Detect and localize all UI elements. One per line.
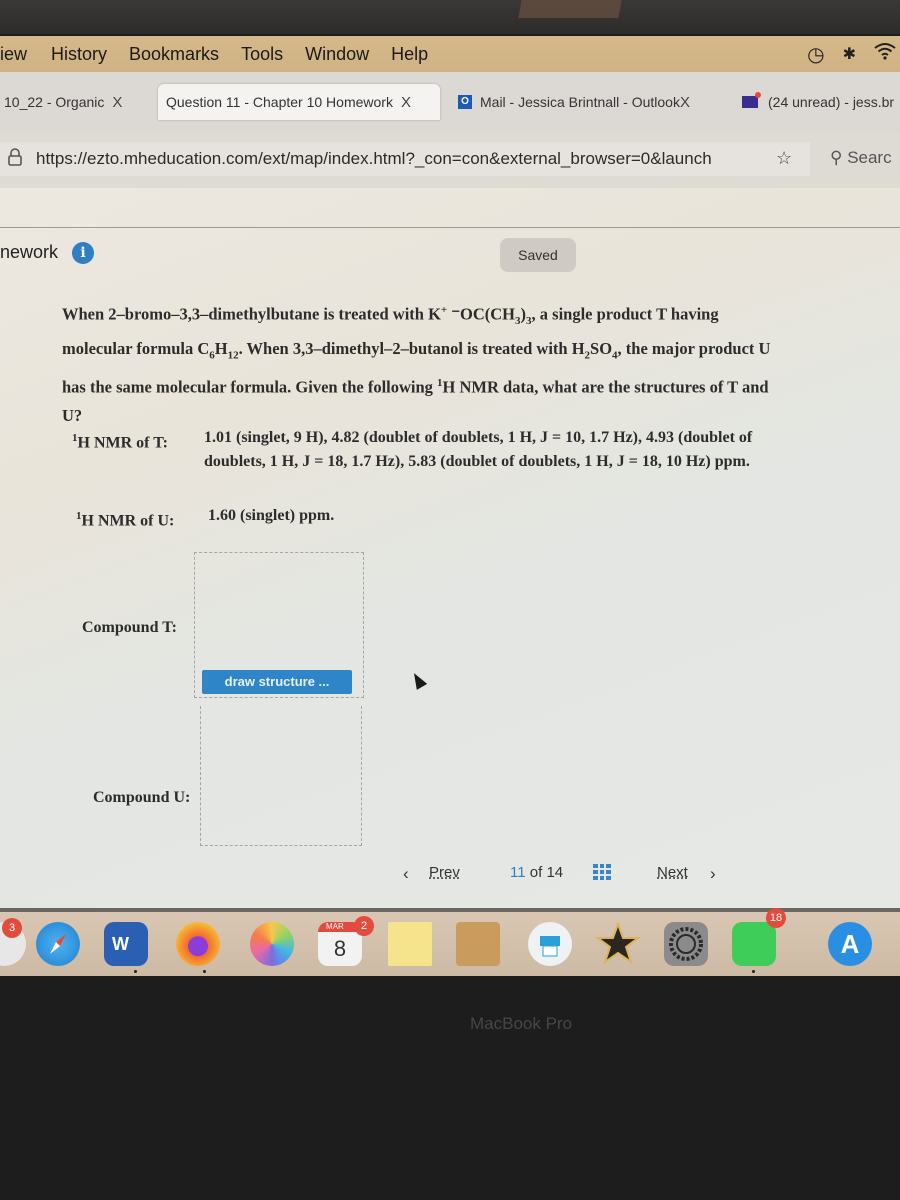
prev-chevron-icon[interactable]: ‹ [403, 864, 409, 884]
bluetooth-icon[interactable]: ✱ [843, 44, 856, 64]
close-tab-icon[interactable]: X [401, 94, 411, 111]
photos-app-icon[interactable] [250, 922, 294, 966]
compound-u-drop-area[interactable] [200, 706, 362, 846]
question-line: When 2–bromo–3,3–dimethylbutane is treat… [62, 304, 719, 327]
facetime-badge: 18 [766, 908, 786, 928]
tab-label: 10_22 - Organic [4, 94, 105, 110]
dock: 3 W 8 MAR 2 18 A [0, 908, 900, 976]
question-line: molecular formula C6H12. When 3,3–dimeth… [62, 338, 771, 362]
question-line: has the same molecular formula. Given th… [62, 377, 769, 397]
menu-history[interactable]: History [51, 44, 107, 65]
search-icon: ⚲ [830, 148, 843, 167]
printer-app-icon[interactable] [528, 922, 572, 966]
menu-window[interactable]: Window [305, 44, 369, 65]
page-content: nework i Saved When 2–bromo–3,3–dimethyl… [0, 188, 900, 908]
menu-view[interactable]: iew [0, 44, 27, 65]
nmr-t-data-line: 1.01 (singlet, 9 H), 4.82 (doublet of do… [204, 429, 753, 446]
time-machine-icon[interactable]: ◷ [807, 42, 824, 67]
close-tab-icon[interactable]: X [112, 94, 122, 111]
app-store-icon[interactable]: A [828, 922, 872, 966]
tab-outlook-mail[interactable]: O Mail - Jessica Brintnall - Outlook X [458, 84, 690, 120]
bookmark-star-icon[interactable]: ☆ [776, 148, 792, 169]
nmr-t-label: 1H NMR of T: [72, 432, 169, 452]
imovie-app-icon[interactable] [595, 921, 641, 966]
facetime-app-icon[interactable] [732, 922, 776, 966]
calendar-day: 8 [333, 936, 347, 961]
firefox-app-icon[interactable] [176, 922, 220, 966]
nmr-t-data-line: doublets, 1 H, J = 18, 1.7 Hz), 5.83 (do… [204, 453, 750, 470]
wifi-icon[interactable] [874, 42, 896, 66]
menubar: iew History Bookmarks Tools Window Help … [0, 36, 900, 72]
next-button[interactable]: Next [657, 864, 688, 881]
page-indicator: 11 of 14 [510, 864, 564, 881]
tab-label: Question 11 - Chapter 10 Homework [166, 94, 393, 110]
compound-u-label: Compound U: [93, 789, 191, 806]
next-chevron-icon[interactable]: › [710, 864, 716, 884]
messages-badge: 3 [2, 918, 22, 938]
page-header-divider [0, 188, 900, 228]
menu-bookmarks[interactable]: Bookmarks [129, 44, 219, 65]
search-field[interactable]: ⚲ Searc [830, 148, 892, 168]
draw-structure-button[interactable]: draw structure ... [202, 670, 352, 694]
stickies-app-icon[interactable] [388, 922, 432, 966]
menu-tools[interactable]: Tools [241, 44, 283, 65]
address-field[interactable]: https://ezto.mheducation.com/ext/map/ind… [0, 142, 810, 176]
tab-label: (24 unread) - jess.br [768, 94, 895, 110]
running-indicator [134, 970, 137, 973]
mail-icon [742, 92, 761, 108]
question-text: When 2–bromo–3,3–dimethylbutane is treat… [62, 296, 852, 430]
notes-folder-icon[interactable] [456, 922, 500, 966]
tab-label: Mail - Jessica Brintnall - Outlook [480, 94, 680, 110]
info-icon[interactable]: i [72, 242, 94, 264]
search-placeholder: Searc [847, 148, 892, 167]
running-indicator [203, 970, 206, 973]
reflection [518, 0, 622, 18]
macbook-pro-label: MacBook Pro [470, 1014, 573, 1033]
prev-button[interactable]: Prev [429, 864, 460, 881]
system-preferences-icon[interactable] [664, 922, 708, 966]
calendar-month: MAR [326, 922, 344, 931]
saved-status: Saved [500, 238, 576, 272]
homework-title: nework [0, 242, 59, 262]
nmr-u-value: 1.60 (singlet) ppm. [208, 507, 335, 524]
close-tab-icon[interactable]: X [680, 94, 690, 111]
url-bar: https://ezto.mheducation.com/ext/map/ind… [0, 132, 900, 188]
outlook-icon: O [458, 95, 472, 109]
compound-t-label: Compound T: [82, 619, 177, 636]
tab-organic[interactable]: 10_22 - Organic X [4, 84, 122, 120]
nmr-t-block: 1H NMR of T: 1.01 (singlet, 9 H), 4.82 (… [72, 426, 872, 478]
menu-help[interactable]: Help [391, 44, 428, 65]
tab-unread-mail[interactable]: (24 unread) - jess.br [742, 84, 894, 120]
question-grid-icon[interactable] [593, 864, 611, 880]
url-text: https://ezto.mheducation.com/ext/map/ind… [36, 149, 712, 168]
screen: iew History Bookmarks Tools Window Help … [0, 0, 900, 1200]
tab-bar: 10_22 - Organic X Question 11 - Chapter … [0, 72, 900, 132]
safari-app-icon[interactable] [36, 922, 80, 966]
tab-question-11[interactable]: Question 11 - Chapter 10 Homework X [158, 84, 440, 120]
nmr-u-label: 1H NMR of U: [76, 510, 175, 530]
running-indicator [752, 970, 755, 973]
mouse-cursor [408, 670, 428, 690]
word-app-icon[interactable]: W [104, 922, 148, 966]
lock-icon [8, 147, 28, 171]
nmr-u-block: 1H NMR of U: 1.60 (singlet) ppm. [76, 504, 576, 530]
bezel-top [0, 0, 900, 34]
calendar-badge: 2 [354, 916, 374, 936]
